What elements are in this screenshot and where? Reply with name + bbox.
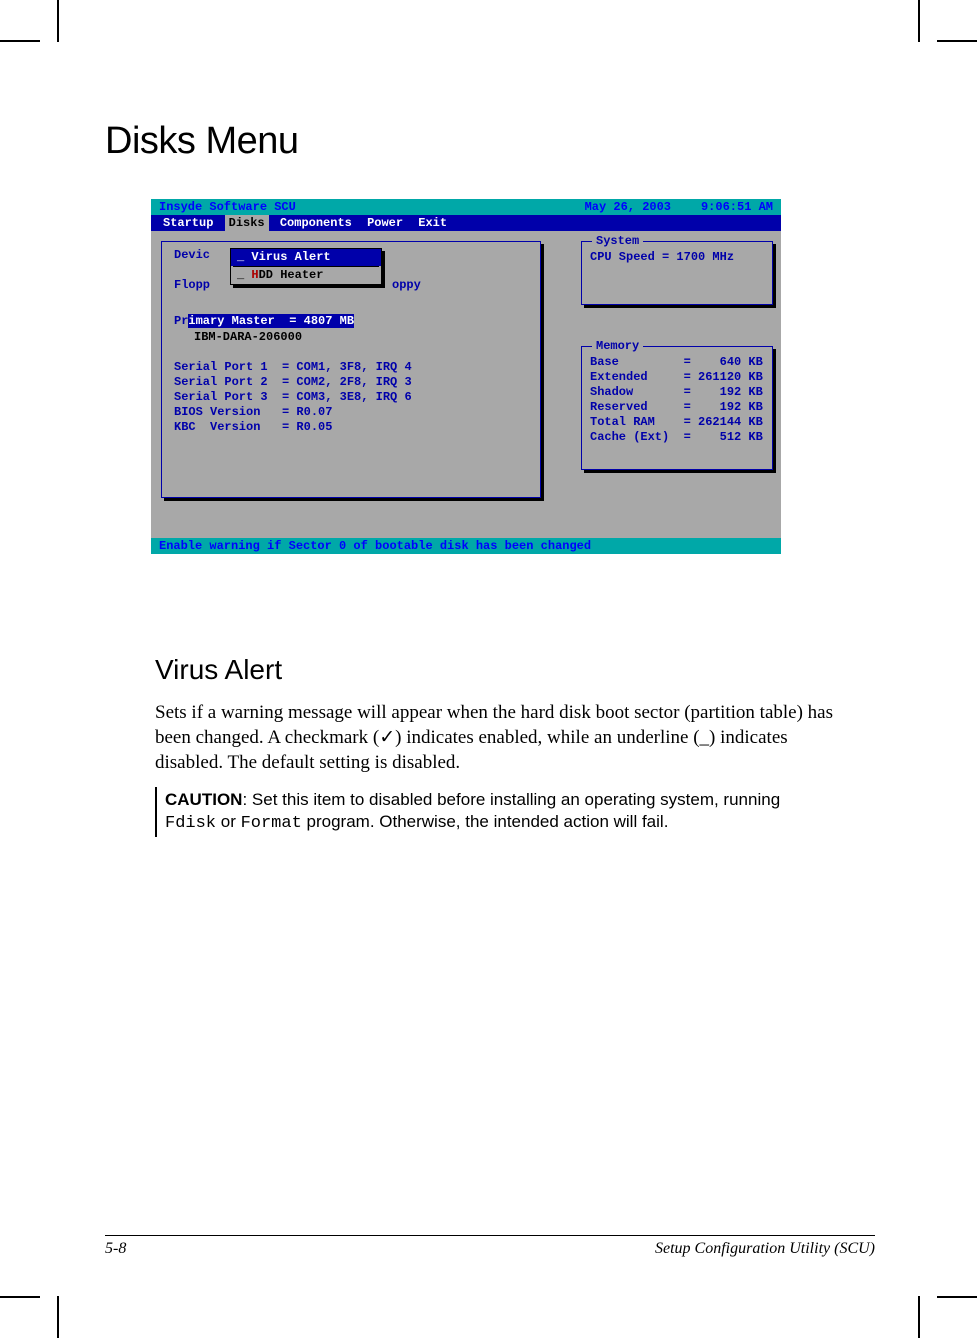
fdisk-command: Fdisk [165,814,216,833]
virus-alert-section: Virus Alert Sets if a warning message wi… [155,654,835,837]
devices-label-fragment: Devic [174,248,210,263]
page-title: Disks Menu [105,120,875,163]
memory-panel-title: Memory [592,339,643,354]
menu-power[interactable]: Power [363,215,407,232]
mem-cache: Cache (Ext) = 512 KB [590,430,763,444]
menu-components[interactable]: Components [276,215,356,232]
scu-statusbar: Enable warning if Sector 0 of bootable d… [151,538,781,554]
devices-panel: Devic Flopp oppy _ Virus Alert _ HDD Hea… [161,241,541,498]
dropdown-item-hdd-heater[interactable]: _ HDD Heater [231,267,381,284]
mem-base: Base = 640 KB [590,355,763,369]
scu-titlebar: Insyde Software SCU May 26, 2003 9:06:51… [151,199,781,215]
memory-rows: Base = 640 KB Extended = 261120 KB Shado… [582,347,772,453]
crop-mark [0,1296,40,1298]
page-number: 5-8 [105,1240,126,1258]
scu-product-name: Insyde Software SCU [159,200,296,215]
floppy-trail-fragment: oppy [392,278,421,293]
crop-mark [937,1296,977,1298]
system-panel: System CPU Speed = 1700 MHz [581,241,773,305]
section-body: Sets if a warning message will appear wh… [155,700,835,775]
mem-shadow: Shadow = 192 KB [590,385,763,399]
page-footer: 5-8 Setup Configuration Utility (SCU) [105,1235,875,1258]
kbc-version: KBC Version = R0.05 [174,420,332,434]
dropdown-item-virus-alert[interactable]: _ Virus Alert [231,249,381,266]
caution-note: CAUTION: Set this item to disabled befor… [155,787,835,837]
crop-mark [937,40,977,42]
mem-total: Total RAM = 262144 KB [590,415,763,429]
scu-time: 9:06:51 AM [701,200,773,215]
crop-mark [57,0,59,42]
scu-menubar[interactable]: Startup Disks Components Power Exit [151,215,781,231]
crop-mark [918,1296,920,1338]
device-info-block: Serial Port 1 = COM1, 3F8, IRQ 4 Serial … [174,360,412,435]
caution-label: CAUTION [165,790,242,809]
footer-title: Setup Configuration Utility (SCU) [655,1240,875,1258]
document-page: Disks Menu Insyde Software SCU May 26, 2… [0,0,977,1338]
hdd-model: IBM-DARA-206000 [194,330,302,345]
serial-port-2: Serial Port 2 = COM2, 2F8, IRQ 3 [174,375,412,389]
serial-port-3: Serial Port 3 = COM3, 3E8, IRQ 6 [174,390,412,404]
crop-mark [0,40,40,42]
serial-port-1: Serial Port 1 = COM1, 3F8, IRQ 4 [174,360,412,374]
scu-date: May 26, 2003 [585,200,671,215]
menu-disks[interactable]: Disks [225,215,269,232]
scu-window: Insyde Software SCU May 26, 2003 9:06:51… [151,199,781,554]
bios-version: BIOS Version = R0.07 [174,405,332,419]
mem-reserved: Reserved = 192 KB [590,400,763,414]
scu-body: Devic Flopp oppy _ Virus Alert _ HDD Hea… [151,231,781,534]
crop-mark [57,1296,59,1338]
page-content: Disks Menu Insyde Software SCU May 26, 2… [105,120,875,837]
crop-mark [918,0,920,42]
menu-exit[interactable]: Exit [414,215,451,232]
floppy-label-fragment: Flopp [174,278,210,293]
mem-extended: Extended = 261120 KB [590,370,763,384]
section-heading: Virus Alert [155,654,835,686]
memory-panel: Memory Base = 640 KB Extended = 261120 K… [581,346,773,470]
menu-startup[interactable]: Startup [159,215,217,232]
scu-screenshot: Insyde Software SCU May 26, 2003 9:06:51… [151,199,781,554]
primary-master-row[interactable]: Primary Master = 4807 MB [174,314,354,329]
system-panel-title: System [592,234,643,249]
disks-dropdown[interactable]: _ Virus Alert _ HDD Heater [230,248,382,285]
format-command: Format [241,814,302,833]
